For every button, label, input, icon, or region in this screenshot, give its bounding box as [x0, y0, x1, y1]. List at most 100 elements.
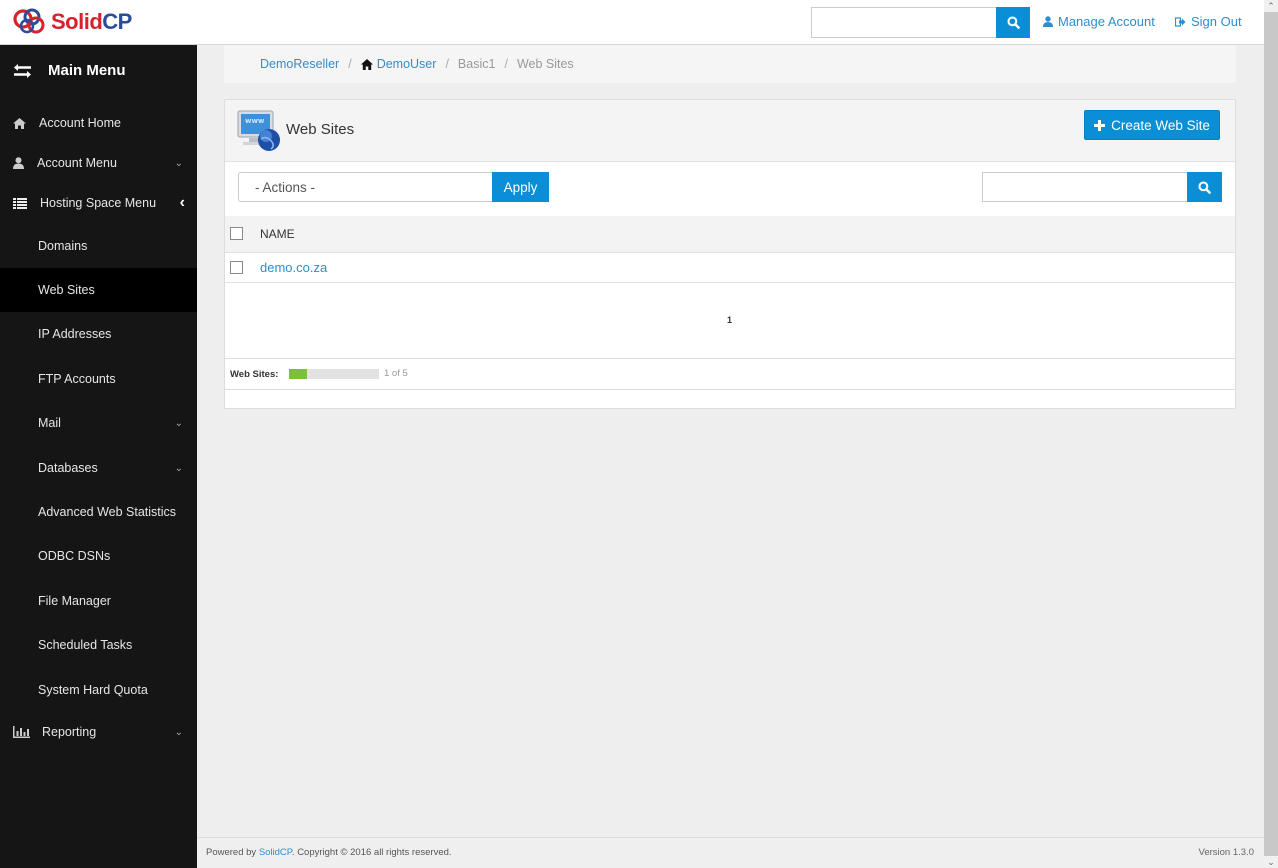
- manage-account-label: Manage Account: [1058, 14, 1155, 29]
- quota-row: Web Sites: 1 of 5: [225, 358, 1235, 390]
- sign-out-icon: [1175, 16, 1186, 27]
- sidebar-item-label: Account Menu: [37, 156, 117, 170]
- sidebar-item-hosting-space-menu[interactable]: Hosting Space Menu ‹: [0, 181, 197, 225]
- sidebar-item-account-menu[interactable]: Account Menu ⌄: [0, 141, 197, 185]
- swap-arrows-icon: [14, 64, 31, 78]
- chevron-down-icon: ⌄: [174, 417, 183, 429]
- chevron-down-icon: ⌄: [174, 462, 183, 474]
- scroll-up-icon[interactable]: ⌃: [1264, 0, 1278, 12]
- footer-prefix: Powered by: [206, 847, 259, 858]
- sidebar-item-label: Domains: [38, 239, 88, 253]
- quota-text: 1 of 5: [384, 368, 408, 379]
- chevron-left-icon: ‹: [179, 194, 185, 211]
- footer-suffix: . Copyright © 2016 all rights reserved.: [291, 847, 452, 858]
- sidebar-item-reporting[interactable]: Reporting ⌄: [0, 710, 197, 754]
- scrollbar-thumb[interactable]: [1264, 12, 1278, 856]
- solidcp-logo[interactable]: SolidCP: [12, 7, 132, 37]
- footer: Powered by SolidCP. Copyright © 2016 all…: [197, 837, 1264, 868]
- search-icon: [1198, 180, 1211, 194]
- grid-header: NAME: [225, 216, 1235, 253]
- sidebar-item-label: Hosting Space Menu: [40, 196, 157, 210]
- grid-search-button[interactable]: [1187, 172, 1222, 202]
- sidebar-item-label: File Manager: [38, 594, 111, 608]
- sign-out-link[interactable]: Sign Out: [1175, 14, 1242, 29]
- sidebar-item-label: Advanced Web Statistics: [38, 505, 177, 519]
- sidebar-item-label: FTP Accounts: [38, 372, 116, 386]
- sidebar-item-label: Databases: [38, 461, 98, 475]
- sidebar-item-label: Mail: [38, 416, 61, 430]
- chevron-down-icon: ⌄: [174, 157, 183, 169]
- sidebar-item-label: Web Sites: [38, 283, 95, 297]
- top-bar: SolidCP Manage Account Sign Out: [0, 0, 1264, 45]
- pager-page-current[interactable]: 1: [727, 315, 732, 325]
- sidebar-item-databases[interactable]: Databases ⌄: [0, 446, 197, 490]
- main-menu-header[interactable]: Main Menu: [0, 45, 197, 97]
- breadcrumb-current: Web Sites: [516, 57, 574, 71]
- breadcrumb-demoreseller[interactable]: DemoReseller: [260, 57, 339, 71]
- user-icon: [1043, 16, 1053, 27]
- breadcrumb-separator: /: [445, 57, 449, 71]
- sidebar-item-mail[interactable]: Mail ⌄: [0, 401, 197, 445]
- top-search-button[interactable]: [996, 7, 1030, 38]
- quota-progress-bar: [289, 369, 379, 379]
- home-icon: [13, 117, 26, 129]
- list-icon: [13, 197, 27, 209]
- sidebar-item-label: IP Addresses: [38, 327, 112, 341]
- sidebar: Main Menu Account Home Account Menu ⌄ Ho…: [0, 45, 197, 868]
- plus-icon: [1094, 119, 1106, 131]
- footer-solidcp-link[interactable]: SolidCP: [259, 847, 292, 858]
- table-row: demo.co.za: [225, 253, 1235, 283]
- create-web-site-label: Create Web Site: [1111, 117, 1210, 133]
- logo-mark-icon: [13, 8, 45, 34]
- row-checkbox[interactable]: [230, 261, 243, 274]
- home-icon: [360, 58, 373, 70]
- svg-text:www: www: [245, 117, 265, 125]
- breadcrumb-separator: /: [504, 57, 508, 71]
- web-sites-panel: www Web Sites Create Web Site - Actions …: [224, 99, 1236, 409]
- chevron-down-icon: ⌄: [174, 726, 183, 738]
- sidebar-item-system-hard-quota[interactable]: System Hard Quota: [0, 668, 197, 712]
- logo-text: SolidCP: [51, 9, 132, 34]
- top-search-input[interactable]: [811, 7, 997, 38]
- search-icon: [1006, 16, 1020, 29]
- sidebar-item-ftp-accounts[interactable]: FTP Accounts: [0, 357, 197, 401]
- panel-header: www Web Sites Create Web Site: [225, 100, 1235, 162]
- grid-search-input[interactable]: [982, 172, 1188, 202]
- sidebar-item-ip-addresses[interactable]: IP Addresses: [0, 312, 197, 356]
- sidebar-item-advanced-web-statistics[interactable]: Advanced Web Statistics: [0, 490, 197, 534]
- scroll-down-icon[interactable]: ⌄: [1264, 856, 1278, 868]
- apply-button[interactable]: Apply: [492, 172, 549, 202]
- quota-progress-fill: [289, 369, 307, 379]
- quota-label: Web Sites:: [230, 369, 279, 380]
- create-web-site-button[interactable]: Create Web Site: [1084, 110, 1220, 140]
- sign-out-label: Sign Out: [1191, 14, 1242, 29]
- actions-select-value: - Actions -: [255, 179, 316, 195]
- breadcrumb-basic1[interactable]: Basic1: [458, 57, 496, 71]
- sidebar-item-odbc-dsns[interactable]: ODBC DSNs: [0, 534, 197, 578]
- sidebar-item-scheduled-tasks[interactable]: Scheduled Tasks: [0, 623, 197, 667]
- breadcrumb-demouser[interactable]: DemoUser: [377, 57, 437, 71]
- sidebar-item-label: System Hard Quota: [38, 683, 148, 697]
- sidebar-item-label: ODBC DSNs: [38, 549, 111, 563]
- column-header-name[interactable]: NAME: [260, 227, 295, 241]
- main-menu-title: Main Menu: [48, 62, 126, 79]
- sidebar-item-label: Account Home: [39, 116, 121, 130]
- vertical-scrollbar[interactable]: ⌃ ⌄: [1264, 0, 1278, 868]
- sidebar-item-account-home[interactable]: Account Home: [0, 101, 197, 145]
- web-sites-icon: www: [237, 110, 280, 151]
- actions-select[interactable]: - Actions -: [238, 172, 493, 202]
- manage-account-link[interactable]: Manage Account: [1043, 14, 1155, 29]
- footer-copyright: Powered by SolidCP. Copyright © 2016 all…: [206, 847, 452, 858]
- breadcrumb-separator: /: [348, 57, 352, 71]
- sidebar-item-label: Scheduled Tasks: [38, 638, 133, 652]
- bar-chart-icon: [13, 726, 30, 738]
- select-all-checkbox[interactable]: [230, 227, 243, 240]
- sidebar-item-web-sites[interactable]: Web Sites: [0, 268, 197, 312]
- footer-version: Version 1.3.0: [1198, 847, 1254, 858]
- sidebar-item-domains[interactable]: Domains: [0, 224, 197, 268]
- panel-title: Web Sites: [286, 121, 355, 138]
- sidebar-item-file-manager[interactable]: File Manager: [0, 579, 197, 623]
- sidebar-item-label: Reporting: [42, 725, 97, 739]
- web-site-link[interactable]: demo.co.za: [260, 260, 327, 275]
- breadcrumb: DemoReseller / DemoUser / Basic1 / Web S…: [224, 45, 1236, 83]
